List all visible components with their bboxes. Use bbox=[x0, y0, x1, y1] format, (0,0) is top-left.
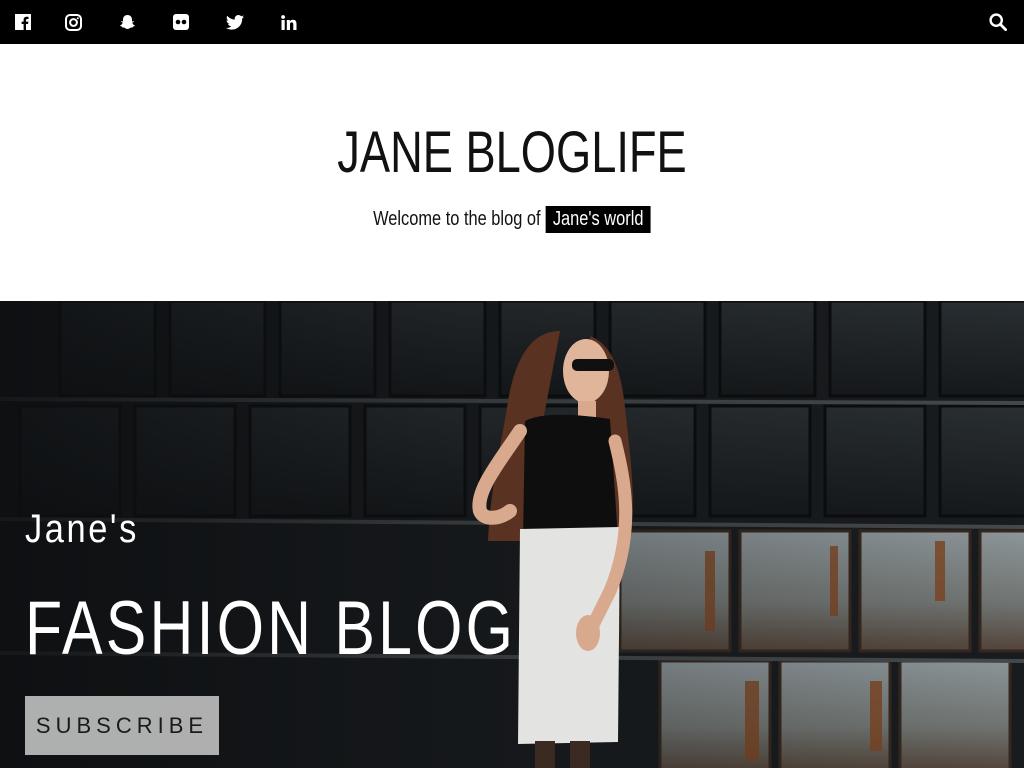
hero-pretitle: Jane's bbox=[25, 507, 139, 551]
instagram-icon bbox=[64, 13, 82, 31]
twitter-icon bbox=[226, 14, 244, 30]
social-links bbox=[0, 0, 316, 44]
tagline-highlight: Jane's world bbox=[545, 206, 651, 233]
hero-banner: Jane's FASHION BLOG SUBSCRIBE bbox=[0, 301, 1024, 768]
site-title[interactable]: JANE BLOGLIFE bbox=[113, 118, 912, 188]
tagline-text: Welcome to the blog of bbox=[373, 208, 541, 230]
site-tagline: Welcome to the blog of Jane's world bbox=[92, 206, 932, 233]
search-icon bbox=[989, 13, 1007, 31]
subscribe-button[interactable]: SUBSCRIBE bbox=[25, 696, 219, 755]
instagram-link[interactable] bbox=[46, 0, 100, 44]
top-bar bbox=[0, 0, 1024, 44]
facebook-icon bbox=[15, 14, 31, 30]
search-button[interactable] bbox=[980, 0, 1016, 44]
flickr-link[interactable] bbox=[154, 0, 208, 44]
linkedin-link[interactable] bbox=[262, 0, 316, 44]
twitter-link[interactable] bbox=[208, 0, 262, 44]
linkedin-icon bbox=[281, 14, 297, 30]
snapchat-link[interactable] bbox=[100, 0, 154, 44]
flickr-icon bbox=[173, 14, 189, 30]
snapchat-icon bbox=[119, 15, 135, 29]
hero-title: FASHION BLOG bbox=[25, 586, 517, 671]
facebook-link[interactable] bbox=[0, 0, 46, 44]
site-header: JANE BLOGLIFE Welcome to the blog of Jan… bbox=[0, 44, 1024, 301]
